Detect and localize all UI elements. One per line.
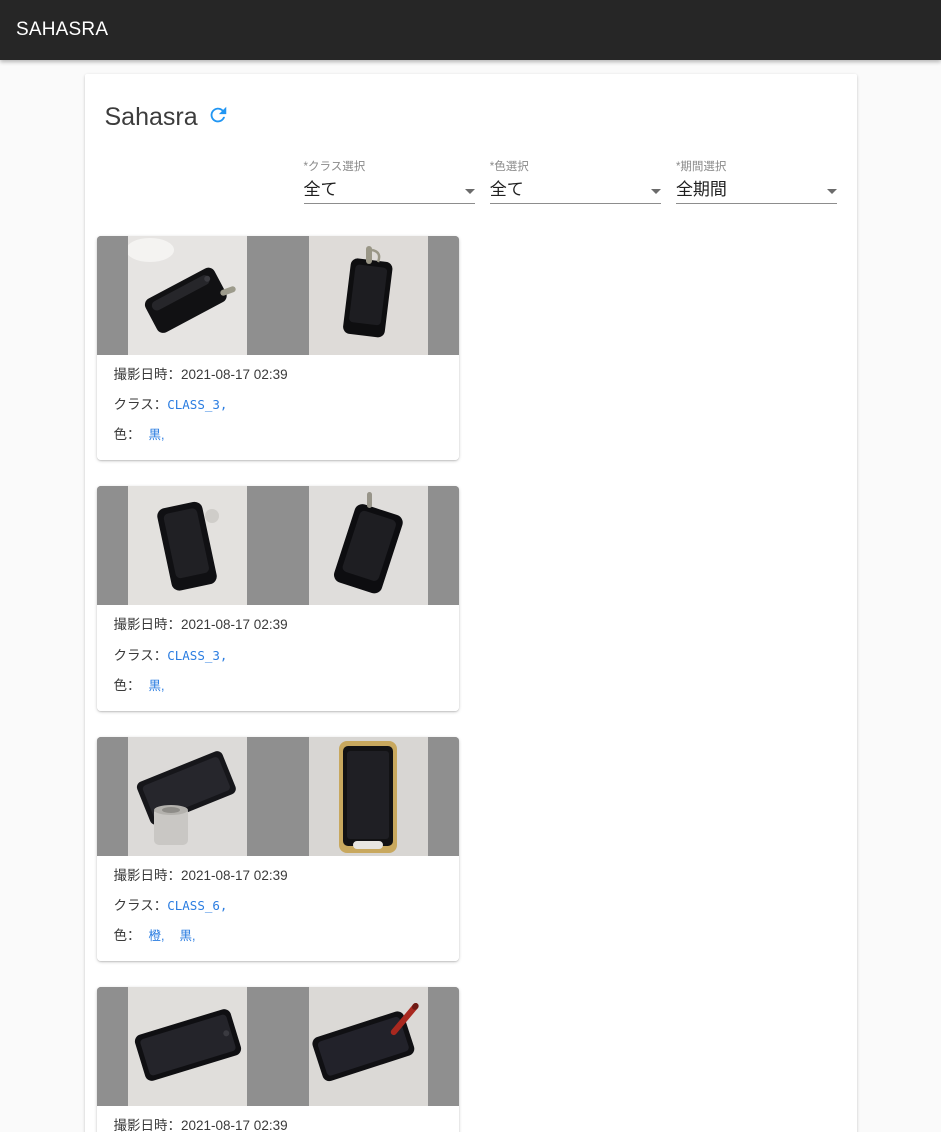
- detection-card-grid: 撮影日時：2021-08-17 02:39 クラス：CLASS_3, 色： 黒, 撮影…: [85, 204, 857, 1132]
- card-color-chip[interactable]: 黒,: [149, 429, 165, 442]
- app-title: SAHASRA: [16, 19, 109, 40]
- card-body: 撮影日時：2021-08-17 02:39クラス：CLASS_3,色：赤,黒,: [96, 1106, 459, 1132]
- card-class-value[interactable]: CLASS_6,: [167, 898, 227, 913]
- card-thumbnail-pair[interactable]: [96, 987, 459, 1107]
- refresh-icon[interactable]: [207, 104, 229, 131]
- card-class: クラス：CLASS_3,: [113, 397, 228, 413]
- filter-period-value: 全期間: [675, 179, 727, 199]
- detection-card[interactable]: 撮影日時：2021-08-17 02:39 クラス：CLASS_3, 色： 黒,: [96, 486, 459, 711]
- card-colors: 色： 橙, 黒,: [113, 928, 196, 944]
- thumbnail-image[interactable]: [96, 486, 278, 606]
- card-colors: 色： 黒,: [113, 427, 165, 443]
- card-class-value[interactable]: CLASS_3,: [167, 648, 227, 663]
- page-scroll-area: Sahasra *クラス選択 全て *色選択 全て *期間選択 全期間 撮影日時…: [0, 60, 941, 1132]
- chevron-down-icon: [650, 188, 661, 194]
- detection-card[interactable]: 撮影日時：2021-08-17 02:39 クラス：CLASS_3, 色： 黒,: [96, 235, 459, 461]
- filter-color-select[interactable]: 全て: [489, 177, 661, 204]
- card-body: 撮影日時：2021-08-17 02:39 クラス：CLASS_3, 色： 黒,: [96, 605, 459, 711]
- page-header: Sahasra: [85, 96, 857, 138]
- card-body: 撮影日時：2021-08-17 02:39 クラス：CLASS_6, 色： 橙, 黒,: [96, 855, 459, 962]
- filter-color-label: *色選択: [489, 161, 529, 173]
- card-datetime: 撮影日時：2021-08-17 02:39: [113, 1118, 288, 1132]
- thumbnail-image[interactable]: [277, 736, 459, 856]
- card-body: 撮影日時：2021-08-17 02:39 クラス：CLASS_3, 色： 黒,: [96, 354, 459, 461]
- thumbnail-image[interactable]: [277, 235, 459, 355]
- detection-card[interactable]: 撮影日時：2021-08-17 02:39 クラス：CLASS_6, 色： 橙, 黒,: [96, 736, 459, 962]
- filter-color[interactable]: *色選択 全て: [489, 160, 661, 204]
- card-datetime: 撮影日時：2021-08-17 02:39: [113, 867, 288, 883]
- filter-class[interactable]: *クラス選択 全て: [303, 160, 475, 204]
- card-thumbnail-pair[interactable]: [96, 736, 459, 856]
- filter-period-select[interactable]: 全期間: [675, 177, 837, 204]
- content-container: Sahasra *クラス選択 全て *色選択 全て *期間選択 全期間 撮影日時…: [84, 74, 857, 1132]
- card-thumbnail-pair[interactable]: [96, 486, 459, 606]
- card-class-value[interactable]: CLASS_3,: [167, 397, 227, 412]
- thumbnail-image[interactable]: [277, 486, 459, 606]
- card-colors: 色： 黒,: [113, 677, 165, 693]
- thumbnail-image[interactable]: [96, 987, 278, 1107]
- filter-bar: *クラス選択 全て *色選択 全て *期間選択 全期間: [85, 138, 857, 204]
- card-color-chip[interactable]: 黒,: [149, 679, 165, 693]
- thumbnail-image[interactable]: [96, 736, 278, 856]
- card-class: クラス：CLASS_6,: [113, 898, 228, 914]
- card-class: クラス：CLASS_3,: [113, 647, 228, 663]
- card-color-chip[interactable]: 黒,: [179, 930, 195, 943]
- detection-card[interactable]: 撮影日時：2021-08-17 02:39クラス：CLASS_3,色：赤,黒,: [96, 987, 459, 1132]
- card-datetime: 撮影日時：2021-08-17 02:39: [113, 617, 288, 633]
- app-bar: SAHASRA: [0, 0, 941, 60]
- chevron-down-icon: [464, 188, 475, 194]
- filter-class-select[interactable]: 全て: [303, 177, 475, 204]
- card-datetime: 撮影日時：2021-08-17 02:39: [113, 366, 288, 382]
- page-title: Sahasra: [104, 102, 198, 131]
- filter-color-value: 全て: [489, 179, 524, 199]
- card-thumbnail-pair[interactable]: [96, 235, 459, 355]
- thumbnail-image[interactable]: [277, 987, 459, 1107]
- filter-class-label: *クラス選択: [303, 161, 366, 173]
- filter-class-value: 全て: [303, 179, 338, 199]
- filter-period[interactable]: *期間選択 全期間: [675, 160, 837, 204]
- thumbnail-image[interactable]: [96, 235, 278, 355]
- card-color-chip[interactable]: 橙,: [149, 930, 165, 943]
- chevron-down-icon: [826, 188, 837, 194]
- filter-period-label: *期間選択: [675, 161, 727, 173]
